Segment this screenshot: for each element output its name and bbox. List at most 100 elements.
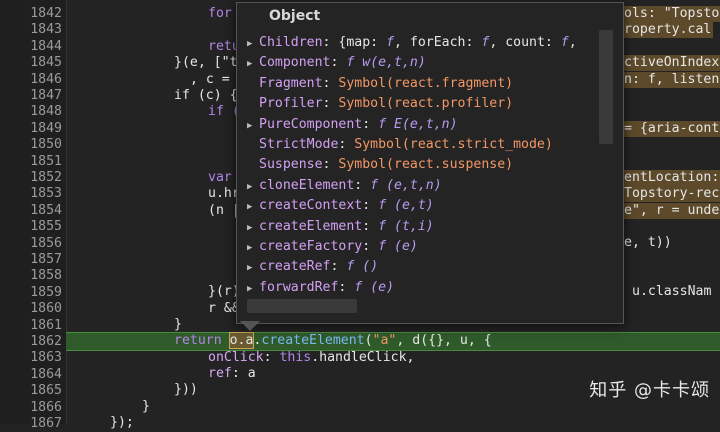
code-fragment-1854-right: e", r = unde	[622, 203, 720, 220]
expand-triangle-icon[interactable]: ▶	[247, 54, 259, 74]
property-row-fragment[interactable]: Fragment: Symbol(react.fragment)	[247, 74, 513, 94]
separator: :	[322, 75, 339, 91]
line-number[interactable]: 1860	[0, 301, 62, 317]
line-number[interactable]: 1865	[0, 383, 62, 399]
line-number-gutter[interactable]: 1842 1843 1844 1845 1846 1847 1848 1849 1850 1851…	[0, 0, 67, 431]
property-key: Fragment	[259, 75, 323, 91]
property-value-part: f	[560, 35, 569, 50]
line-number[interactable]: 1854	[0, 203, 62, 219]
separator: :	[362, 218, 379, 234]
property-value: (e,t,n)	[378, 177, 442, 193]
separator: :	[322, 157, 339, 173]
line-number[interactable]: 1846	[0, 72, 62, 88]
line-number[interactable]: 1862	[0, 334, 62, 350]
code-fragment-1842-right: ols: "Topsto	[622, 6, 720, 23]
code-line-1844: retu	[208, 39, 240, 54]
expand-triangle-icon[interactable]: ▶	[247, 34, 259, 54]
expand-triangle-icon[interactable]: ▶	[247, 177, 259, 197]
property-row-purecomponent[interactable]: ▶ PureComponent: f E(e,t,n)	[247, 115, 458, 135]
line-number[interactable]: 1864	[0, 367, 62, 383]
property-row-createcontext[interactable]: ▶ createContext: f (e,t)	[247, 196, 434, 216]
line-number[interactable]: 1855	[0, 219, 62, 235]
popover-vertical-scrollbar[interactable]	[599, 30, 613, 144]
popover-title: Object	[269, 8, 321, 24]
code-line-1863: onClick: this.handleClick,	[208, 350, 414, 366]
property-row-children[interactable]: ▶ Children: {map: f, forEach: f, count: f…	[247, 33, 577, 53]
property-row-component[interactable]: ▶ Component: f w(e,t,n)	[247, 53, 426, 73]
expand-triangle-icon[interactable]: ▶	[247, 116, 259, 136]
property-row-createref[interactable]: ▶ createRef: f ()	[247, 257, 378, 277]
code-fragment-1845-right: ctiveOnIndex	[622, 55, 720, 72]
separator: :	[330, 55, 347, 71]
line-number[interactable]: 1863	[0, 350, 62, 366]
property-key: Profiler	[259, 96, 323, 112]
line-number[interactable]: 1858	[0, 268, 62, 284]
property-key: createContext	[259, 198, 363, 214]
expand-triangle-icon[interactable]: ▶	[247, 279, 259, 299]
object-preview-popover[interactable]: Object ▶ Children: {map: f, forEach: f, c…	[236, 2, 624, 324]
expand-triangle-icon[interactable]: ▶	[247, 218, 259, 238]
code-line-1847: if (c) {	[174, 88, 238, 103]
watermark: 知乎 @卡卡颂	[589, 380, 710, 401]
expand-triangle-icon[interactable]: ▶	[247, 238, 259, 258]
line-number[interactable]: 1843	[0, 22, 62, 38]
line-number[interactable]: 1850	[0, 137, 62, 153]
property-key: forwardRef	[259, 279, 339, 295]
property-row-createfactory[interactable]: ▶ createFactory: f (e)	[247, 237, 418, 257]
expand-triangle-icon[interactable]: ▶	[247, 197, 259, 217]
code-line-1862: return o.a.createElement("a", d({}, u, {	[174, 332, 492, 349]
property-key: createFactory	[259, 239, 363, 254]
line-number[interactable]: 1848	[0, 104, 62, 120]
code-fragment-1843-right: roperty.cal	[622, 22, 714, 39]
line-number[interactable]: 1852	[0, 170, 62, 186]
line-number[interactable]: 1859	[0, 285, 62, 301]
function-marker: f	[370, 177, 379, 193]
property-row-forwardref[interactable]: ▶ forwardRef: f (e)	[247, 278, 394, 298]
popover-pointer	[240, 321, 260, 331]
code-line-1860: r &&	[208, 301, 240, 316]
line-number[interactable]: 1857	[0, 252, 62, 268]
line-number[interactable]: 1861	[0, 318, 62, 334]
code-line-1852: var	[208, 170, 232, 185]
this-keyword: this	[279, 350, 312, 365]
property-key: createRef	[259, 259, 331, 275]
code-fragment-1853-right: Topstory-rec	[622, 186, 720, 203]
code-line-1861: }	[174, 317, 182, 332]
property-row-profiler[interactable]: Profiler: Symbol(react.profiler)	[247, 94, 513, 114]
property-row-createelement[interactable]: ▶ createElement: f (t,i)	[247, 217, 434, 237]
line-number[interactable]: 1866	[0, 400, 62, 416]
line-number[interactable]: 1849	[0, 121, 62, 137]
property-key: PureComponent	[259, 116, 363, 132]
code-fragment-1849-right: = {aria-cont	[622, 121, 720, 138]
line-number[interactable]: 1867	[0, 416, 62, 432]
code-fragment-1859-right: u.classNam	[632, 284, 712, 299]
property-value: (e)	[362, 279, 395, 295]
line-number[interactable]: 1853	[0, 186, 62, 202]
separator: :	[362, 116, 379, 132]
call-args: , d({}, u, {	[396, 333, 492, 348]
property-key: cloneElement	[259, 177, 355, 193]
line-number[interactable]: 1856	[0, 236, 62, 252]
property-value: ()	[354, 259, 379, 275]
popover-horizontal-scrollbar[interactable]	[247, 299, 357, 313]
line-number[interactable]: 1845	[0, 55, 62, 71]
separator: :	[322, 35, 339, 50]
selected-expression[interactable]: o.a	[228, 332, 255, 349]
expand-triangle-icon[interactable]: ▶	[247, 258, 259, 278]
string-literal: "a"	[372, 333, 397, 348]
function-marker: f	[378, 218, 387, 234]
separator: :	[330, 259, 347, 275]
property-row-strictmode[interactable]: StrictMode: Symbol(react.strict_mode)	[247, 135, 553, 155]
code-line-1859: }(r)	[208, 284, 240, 299]
separator: :	[338, 137, 355, 152]
line-number[interactable]: 1847	[0, 88, 62, 104]
property-row-suspense[interactable]: Suspense: Symbol(react.suspense)	[247, 155, 513, 175]
property-value: w(e,t,n)	[354, 55, 426, 71]
property-row-cloneelement[interactable]: ▶ cloneElement: f (e,t,n)	[247, 176, 442, 196]
line-number[interactable]: 1842	[0, 6, 62, 22]
return-keyword: return	[174, 333, 222, 348]
property-value-part: ,	[394, 35, 410, 50]
create-element-call[interactable]: createElement	[261, 333, 364, 348]
line-number[interactable]: 1851	[0, 154, 62, 170]
line-number[interactable]: 1844	[0, 39, 62, 55]
